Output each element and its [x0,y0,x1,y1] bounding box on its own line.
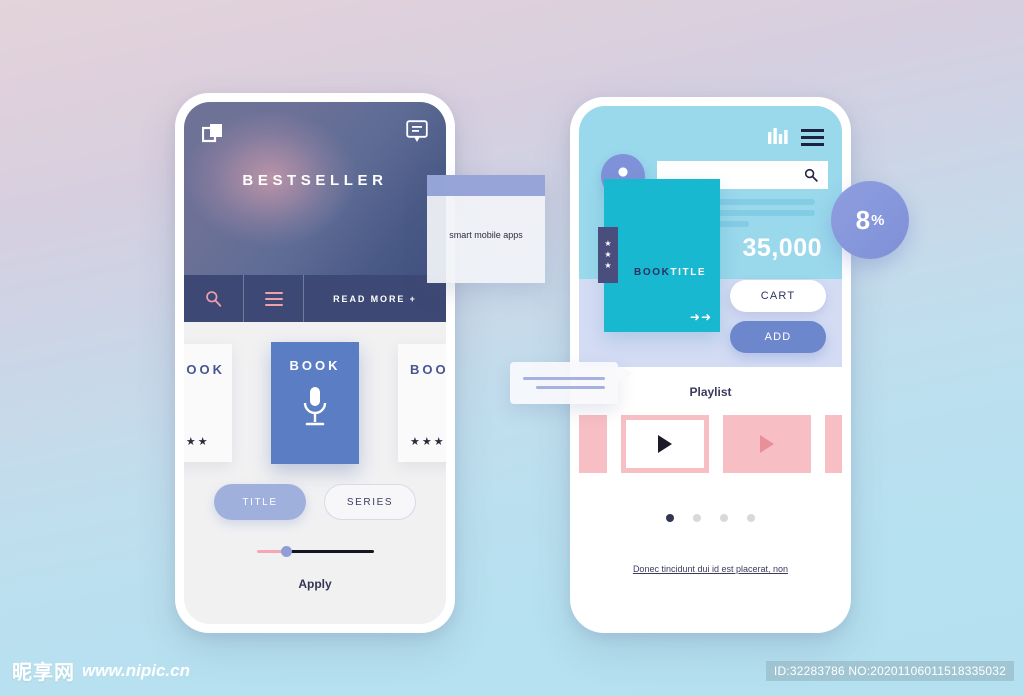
cover-title: BOOKTITLE [634,267,706,278]
book-rating-stars: ★★★ [184,436,210,448]
add-button[interactable]: ADD [730,321,826,353]
search-icon [206,291,222,307]
cart-button[interactable]: CART [730,280,826,312]
cover-rating-badge: ★ ★ ★ [598,227,618,283]
microphone-icon [300,385,330,434]
playlist-thumb-active[interactable] [621,415,709,473]
bubble-line [523,377,605,380]
tooltip-card: smart mobile apps [427,175,545,283]
hamburger-menu-icon[interactable] [801,129,824,146]
watermark-url: www.nipic.cn [82,660,190,680]
thumb-inner [626,420,704,468]
carousel-dot[interactable] [720,514,728,522]
range-slider[interactable] [256,544,374,558]
discount-badge: 8% [831,181,909,259]
book-title: BOOK [289,358,341,373]
tooltip-header-bar [427,175,545,196]
bar-chart-icon[interactable] [768,128,790,149]
menu-button[interactable] [244,275,304,322]
filter-pill-title[interactable]: TITLE [214,484,306,520]
read-more-button[interactable]: READ MORE + [304,275,446,322]
discount-number: 8 [855,204,871,235]
book-card-left[interactable]: BOOK ★★★ [184,344,232,462]
next-arrows-icon[interactable]: ➜➜ [690,310,712,324]
tooltip-text: smart mobile apps [449,230,523,240]
filter-pill-series[interactable]: SERIES [324,484,416,520]
play-icon[interactable] [658,435,672,453]
carousel-dot[interactable] [693,514,701,522]
chat-bubble-overlay [510,362,632,404]
playlist-heading: Playlist [689,385,732,399]
book-cover[interactable]: ★ ★ ★ BOOKTITLE ➜➜ [598,179,720,332]
left-content-panel: BOOK ★★★ BOOK [184,322,446,624]
slider-knob[interactable] [280,546,292,557]
watermark-bar: 昵享网 www.nipic.cn ID:32283786 NO:20201106… [0,645,1024,696]
product-section: ★ ★ ★ BOOKTITLE ➜➜ 35,000 CART ADD [579,179,842,367]
phone-screen-right: ★ ★ ★ BOOKTITLE ➜➜ 35,000 CART ADD Playl… [579,106,842,624]
footer-link[interactable]: Donec tincidunt dui id est placerat, non [579,564,842,574]
chat-bubble-icon[interactable] [406,120,428,144]
book-rating-stars: ★★★ [410,436,446,448]
book-card-center[interactable]: BOOK [271,342,359,464]
range-slider-wrap [184,544,446,558]
cover-title-light: TITLE [670,267,707,278]
watermark-logo: 昵享网 [12,662,75,684]
star-icon: ★ [604,261,612,270]
carousel-dot[interactable] [666,514,674,522]
cover-title-bold: BOOK [634,267,671,278]
phone-screen-left: BESTSELLER READ MORE + OOK ★★ BOOK BOO ★… [184,102,446,624]
phone-mockup-left: BESTSELLER READ MORE + OOK ★★ BOOK BOO ★… [175,93,455,633]
carousel-dot[interactable] [747,514,755,522]
hero-title: BESTSELLER [242,172,388,189]
bubble-line [536,386,605,389]
book-title: BOOK [184,362,225,377]
playlist-thumb[interactable] [579,415,607,473]
read-more-label: READ MORE + [333,293,417,304]
slider-track-remaining [284,550,374,553]
carousel-dots [579,514,842,522]
design-canvas: BESTSELLER READ MORE + OOK ★★ BOOK BOO ★… [0,0,1024,696]
discount-percent: % [871,211,885,229]
playlist-thumb[interactable] [825,415,842,473]
action-bar: READ MORE + [184,275,446,322]
star-icon: ★ [604,250,612,259]
playlist-thumbnails [579,415,842,473]
search-button[interactable] [184,275,244,322]
watermark-id: ID:32283786 NO:20201106011518335032 [765,661,1014,681]
book-card-right[interactable]: BOO ★★★ [398,344,446,462]
hamburger-menu-icon [264,291,283,306]
layers-icon[interactable] [201,122,224,144]
search-icon [804,168,818,182]
playlist-section: Playlist Donec tincidunt dui id est plac… [579,367,842,624]
playlist-thumb[interactable] [723,415,811,473]
hero-banner: BESTSELLER [184,102,446,275]
bubble-tail [616,366,632,385]
book-title: BOO [410,362,446,377]
book-carousel: BOOK ★★★ BOOK [184,342,446,466]
play-icon[interactable] [760,435,774,453]
product-price: 35,000 [742,234,822,262]
star-icon: ★ [604,239,612,248]
filter-pill-group: TITLE SERIES [184,484,446,520]
apply-button[interactable]: Apply [184,577,446,591]
